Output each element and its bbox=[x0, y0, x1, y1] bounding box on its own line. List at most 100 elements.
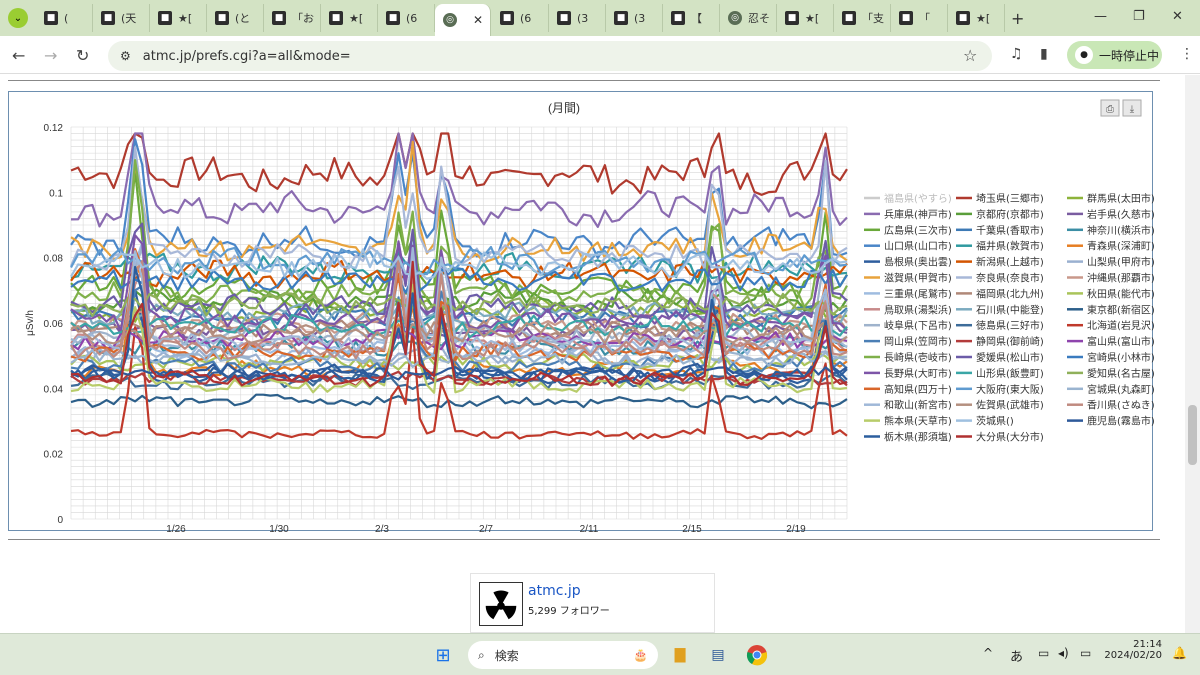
y-tick-label: 0.06 bbox=[44, 319, 64, 330]
site-info-icon[interactable]: ⚙ bbox=[120, 49, 131, 63]
tab-label: (天 bbox=[121, 12, 137, 25]
tab-search-icon[interactable]: ⌄ bbox=[8, 8, 28, 28]
favicon-icon: ■ bbox=[101, 11, 115, 25]
notification-bell-icon[interactable]: 🔔 bbox=[1172, 646, 1187, 660]
notepad-icon[interactable]: ▤ bbox=[705, 642, 731, 668]
side-panel-icon[interactable]: ▮ bbox=[1040, 46, 1048, 62]
ime-indicator[interactable]: あ bbox=[1010, 646, 1023, 665]
tab-label: 忍そ bbox=[748, 12, 770, 25]
minimize-icon[interactable]: — bbox=[1094, 9, 1107, 24]
favicon-icon: ■ bbox=[899, 11, 913, 25]
legend-label: 長野県(大町市) bbox=[884, 367, 952, 380]
favicon-icon: ■ bbox=[956, 11, 970, 25]
tab-label: ★[ bbox=[349, 11, 364, 25]
browser-tab[interactable]: ■ 「お bbox=[264, 4, 321, 32]
close-window-icon[interactable]: ✕ bbox=[1172, 9, 1183, 24]
legend-label: 長崎県(壱岐市) bbox=[884, 351, 952, 364]
legend-label: 鹿児島(霧島市) bbox=[1087, 415, 1154, 428]
back-icon[interactable]: ← bbox=[12, 46, 25, 65]
browser-tab[interactable]: ■ (6 bbox=[378, 4, 435, 32]
legend-label: 島根県(奥出雲) bbox=[884, 256, 952, 269]
browser-toolbar: ← → ↻ ⚙ atmc.jp/prefs.cgi?a=all&mode= ☆ … bbox=[0, 36, 1200, 74]
tray-chevron-icon[interactable]: ^ bbox=[983, 646, 993, 660]
browser-tab[interactable]: ■ (3 bbox=[549, 4, 606, 32]
legend-label: 福島県(やすら) bbox=[884, 192, 952, 205]
clock[interactable]: 21:14 2024/02/20 bbox=[1102, 639, 1162, 661]
avatar-icon: ● bbox=[1075, 46, 1093, 64]
browser-tab[interactable]: ■ (と bbox=[207, 4, 264, 32]
browser-tab[interactable]: ■ ★[ bbox=[948, 4, 1005, 32]
chrome-icon[interactable] bbox=[744, 642, 770, 668]
legend-label: 大分県(大分市) bbox=[976, 431, 1044, 444]
follow-card[interactable]: atmc.jp 5,299 フォロワー bbox=[470, 573, 715, 633]
maximize-icon[interactable]: ❐ bbox=[1133, 9, 1145, 24]
legend-label: 高知県(四万十) bbox=[884, 383, 952, 396]
legend-label: 群馬県(太田市) bbox=[1087, 192, 1154, 205]
browser-tab[interactable]: ■ 「 bbox=[891, 4, 948, 32]
reload-icon[interactable]: ↻ bbox=[76, 46, 89, 65]
legend-label: 岐阜県(下呂市) bbox=[884, 319, 952, 332]
download-icon: ⤓ bbox=[1130, 104, 1135, 115]
address-bar[interactable]: ⚙ atmc.jp/prefs.cgi?a=all&mode= bbox=[108, 41, 992, 71]
taskbar-search[interactable]: ⌕ 検索 🎂 bbox=[468, 641, 658, 669]
legend-label: 三重県(尾鷲市) bbox=[884, 287, 952, 300]
battery-icon[interactable]: ▭ bbox=[1080, 646, 1091, 660]
browser-tab[interactable]: ■ ★[ bbox=[777, 4, 834, 32]
browser-tab[interactable]: ◎ ✕ bbox=[435, 4, 491, 36]
page-scrollbar[interactable] bbox=[1185, 75, 1200, 633]
legend-label: 静岡県(御前崎) bbox=[976, 335, 1044, 348]
favicon-icon: ■ bbox=[614, 11, 628, 25]
browser-tab[interactable]: ■ (天 bbox=[93, 4, 150, 32]
legend-label: 北海道(岩見沢) bbox=[1087, 319, 1154, 332]
tab-label: ★[ bbox=[805, 11, 820, 25]
y-axis-label: μSv/h bbox=[25, 310, 36, 336]
forward-icon[interactable]: → bbox=[44, 46, 57, 65]
legend-label: 宮崎県(小林市) bbox=[1087, 351, 1154, 364]
bookmark-star-icon[interactable]: ☆ bbox=[963, 46, 977, 65]
browser-tab[interactable]: ◎ 忍そ bbox=[720, 4, 777, 32]
legend-label: 沖縄県(那覇市) bbox=[1087, 272, 1154, 285]
browser-tab[interactable]: ■ (6 bbox=[492, 4, 549, 32]
legend-label: 愛知県(名古屋) bbox=[1087, 367, 1154, 380]
profile-pause-button[interactable]: ● 一時停止中 bbox=[1067, 41, 1162, 69]
volume-icon[interactable]: ◂) bbox=[1058, 646, 1069, 660]
file-explorer-icon[interactable]: ▇ bbox=[667, 642, 693, 668]
pause-label: 一時停止中 bbox=[1099, 48, 1160, 63]
legend-label: 栃木県(那須塩) bbox=[884, 431, 952, 444]
search-highlight-icon: 🎂 bbox=[633, 648, 648, 662]
tab-label: 「支 bbox=[862, 12, 884, 25]
browser-tab[interactable]: ■ 「支 bbox=[834, 4, 891, 32]
browser-tab[interactable]: ■( bbox=[36, 4, 93, 32]
y-tick-label: 0.1 bbox=[49, 188, 63, 199]
legend-label: 山口県(山口市) bbox=[884, 240, 952, 253]
y-tick-label: 0 bbox=[57, 515, 63, 526]
browser-tab[interactable]: ■ ★[ bbox=[150, 4, 207, 32]
legend-label: 広島県(三次市) bbox=[884, 224, 952, 237]
globe-icon: ◎ bbox=[443, 13, 457, 27]
account-name[interactable]: atmc.jp bbox=[528, 583, 581, 599]
browser-tab[interactable]: ■ (3 bbox=[606, 4, 663, 32]
follower-count: 5,299 フォロワー bbox=[528, 606, 610, 617]
browser-tab[interactable]: ■ 【 bbox=[663, 4, 720, 32]
legend-label: 福岡県(北九州) bbox=[976, 287, 1044, 300]
media-control-icon[interactable]: ♫ bbox=[1010, 46, 1023, 62]
favicon-icon: ■ bbox=[557, 11, 571, 25]
tab-label: (6 bbox=[520, 11, 532, 25]
chart-container: (月間) ⎙ ⤓ 0 0.02 0.04 0.06 0.08 0.1 0.12 μSv/h 1/26 1… bbox=[8, 91, 1154, 532]
new-tab-icon[interactable]: + bbox=[1011, 9, 1024, 28]
legend-label: 埼玉県(三郷市) bbox=[976, 192, 1044, 205]
network-icon[interactable]: ▭ bbox=[1038, 646, 1049, 660]
legend-label: 岡山県(笠岡市) bbox=[884, 335, 952, 348]
tab-strip: ⌄ ■(■ (天 ■ ★[■ (と ■ 「お ■ ★[■ (6 ◎ ✕ ■ (6 ■ (3 ■ (3 ■ 【◎ 忍そ ■ ★… bbox=[0, 0, 1200, 36]
windows-start-icon[interactable]: ⊞ bbox=[430, 642, 456, 668]
legend-label: 香川県(さぬき) bbox=[1087, 400, 1154, 412]
menu-icon[interactable]: ⋮ bbox=[1180, 46, 1194, 62]
x-tick-label: 2/19 bbox=[786, 524, 806, 532]
clock-time: 21:14 bbox=[1133, 639, 1162, 650]
browser-tab[interactable]: ■ ★[ bbox=[321, 4, 378, 32]
x-tick-label: 1/30 bbox=[269, 524, 289, 532]
legend-label: 神奈川(横浜市) bbox=[1087, 224, 1154, 237]
y-tick-label: 0.04 bbox=[44, 384, 64, 395]
scrollbar-thumb[interactable] bbox=[1188, 405, 1197, 465]
close-tab-icon[interactable]: ✕ bbox=[473, 13, 483, 27]
